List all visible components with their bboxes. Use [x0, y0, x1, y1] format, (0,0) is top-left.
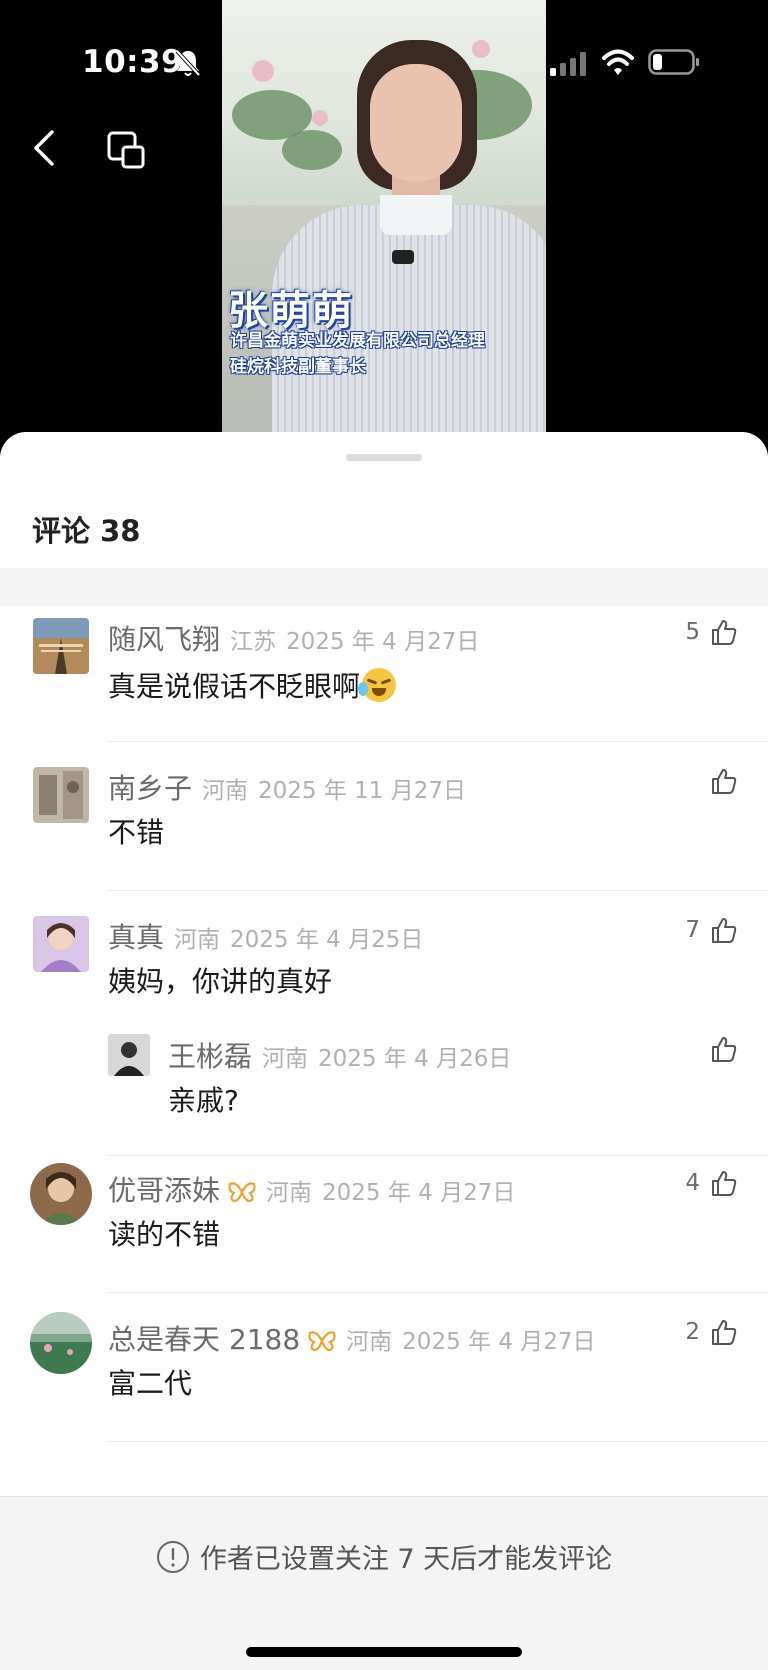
- like-button[interactable]: 4: [685, 1169, 738, 1197]
- comment-text: 读的不错: [108, 1218, 221, 1251]
- comment-region: 江苏: [230, 629, 277, 655]
- comment-date: 2025 年 4 月26日: [318, 1046, 512, 1072]
- comment-username[interactable]: 随风飞翔: [108, 618, 220, 658]
- row-divider: [108, 1441, 768, 1442]
- bell-muted-icon: [175, 49, 201, 77]
- avatar[interactable]: [30, 1312, 92, 1374]
- section-divider: [0, 568, 768, 606]
- comment-region: 河南: [202, 778, 249, 804]
- reply-username[interactable]: 王彬磊: [168, 1035, 252, 1075]
- thumbs-up-icon: [712, 1171, 737, 1196]
- row-divider: [108, 1155, 768, 1156]
- comment-restriction-notice: 作者已设置关注 7 天后才能发评论: [199, 1544, 613, 1575]
- battery-icon: [648, 49, 699, 75]
- exclamation-circle-icon: [156, 1540, 189, 1573]
- comment-date: 2025 年 4 月27日: [286, 629, 480, 655]
- screen-mode-icon[interactable]: [106, 130, 146, 170]
- reply-text: 亲戚?: [168, 1084, 239, 1117]
- home-indicator[interactable]: [246, 1647, 522, 1657]
- comment-date: 2025 年 4 月27日: [402, 1329, 596, 1355]
- comment-region: 河南: [346, 1329, 393, 1355]
- cellular-signal-icon: [550, 52, 586, 76]
- thumbs-up-icon: [712, 1037, 737, 1062]
- comment-username[interactable]: 真真: [108, 916, 164, 956]
- row-divider: [108, 741, 768, 742]
- comment-date: 2025 年 11 月27日: [258, 778, 467, 804]
- comment-region: 河南: [266, 1180, 313, 1206]
- avatar[interactable]: [30, 1163, 92, 1225]
- video-frame[interactable]: 张萌萌 许昌金萌实业发展有限公司总经理 硅烷科技副董事长: [222, 0, 546, 432]
- comment-text: 不错: [108, 816, 165, 849]
- video-player[interactable]: 张萌萌 许昌金萌实业发展有限公司总经理 硅烷科技副董事长 10:39: [0, 0, 768, 440]
- comment-region: 河南: [174, 927, 221, 953]
- comments-sheet: 评论 38 随风飞翔 江苏 2025 年 4 月27日 5 真是说假话不眨眼啊: [0, 432, 768, 1670]
- like-count: 7: [685, 917, 700, 943]
- avatar[interactable]: [33, 916, 89, 972]
- row-divider: [108, 890, 768, 891]
- comment-input-bar: 作者已设置关注 7 天后才能发评论: [0, 1496, 768, 1670]
- comment-text: 富二代: [108, 1367, 193, 1400]
- thumbs-up-icon: [712, 769, 737, 794]
- back-icon[interactable]: [30, 128, 58, 168]
- like-button[interactable]: [700, 1035, 738, 1063]
- comment-username[interactable]: 优哥添妹: [108, 1169, 220, 1209]
- like-count: 2: [685, 1319, 700, 1345]
- comment-username[interactable]: 总是春天 2188: [108, 1318, 300, 1358]
- status-time: 10:39: [82, 44, 184, 80]
- like-button[interactable]: 7: [685, 916, 738, 944]
- avatar[interactable]: [33, 618, 89, 674]
- speaker-title-line2: 硅烷科技副董事长: [230, 357, 366, 377]
- like-button[interactable]: [700, 767, 738, 795]
- avatar[interactable]: [108, 1034, 150, 1076]
- like-button[interactable]: 5: [685, 618, 738, 646]
- comment-date: 2025 年 4 月27日: [322, 1180, 516, 1206]
- like-button[interactable]: 2: [685, 1318, 738, 1346]
- comment-region: 河南: [262, 1046, 309, 1072]
- thumbs-up-icon: [712, 620, 737, 645]
- like-count: 5: [685, 619, 700, 645]
- crying-laughing-emoji-icon: [358, 668, 397, 702]
- comment-date: 2025 年 4 月25日: [230, 927, 424, 953]
- butterfly-icon: [308, 1331, 336, 1352]
- wifi-icon: [602, 49, 634, 75]
- like-count: 4: [685, 1170, 700, 1196]
- comments-count-title: 评论 38: [32, 514, 141, 548]
- comment-text: 姨妈，你讲的真好: [108, 965, 333, 998]
- thumbs-up-icon: [712, 918, 737, 943]
- thumbs-up-icon: [712, 1320, 737, 1345]
- speaker-title-line1: 许昌金萌实业发展有限公司总经理: [230, 331, 485, 351]
- comment-text: 真是说假话不眨眼啊: [108, 670, 361, 703]
- comment-username[interactable]: 南乡子: [108, 767, 192, 807]
- row-divider: [108, 1292, 768, 1293]
- butterfly-icon: [228, 1182, 256, 1203]
- avatar[interactable]: [33, 767, 89, 823]
- sheet-drag-handle[interactable]: [346, 454, 422, 461]
